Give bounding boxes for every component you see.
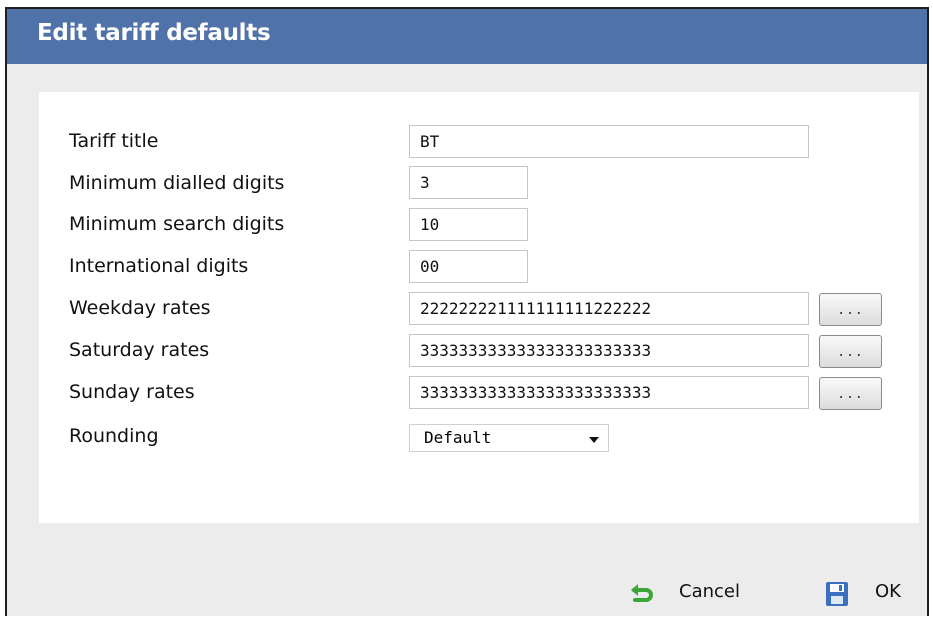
rounding-label: Rounding <box>69 425 159 447</box>
dialog-title: Edit tariff defaults <box>37 20 271 46</box>
min-search-digits-input[interactable]: 10 <box>409 208 528 241</box>
international-digits-label: International digits <box>69 255 249 277</box>
edit-tariff-dialog: Edit tariff defaults Tariff title BT Min… <box>5 7 929 616</box>
sunday-rates-input[interactable]: 333333333333333333333333 <box>409 376 809 409</box>
rounding-select-value: Default <box>424 428 492 447</box>
dialog-titlebar: Edit tariff defaults <box>7 9 927 64</box>
ok-button-label: OK <box>875 581 901 602</box>
min-dialled-digits-input[interactable]: 3 <box>409 166 528 199</box>
sunday-rates-label: Sunday rates <box>69 381 195 403</box>
rounding-select[interactable]: Default <box>409 424 609 452</box>
saturday-rates-label: Saturday rates <box>69 339 210 361</box>
floppy-disk-icon <box>826 582 848 606</box>
min-search-digits-label: Minimum search digits <box>69 213 285 235</box>
cancel-button-label: Cancel <box>679 581 740 602</box>
international-digits-input[interactable]: 00 <box>409 250 528 283</box>
saturday-rates-edit-button[interactable]: ... <box>819 335 882 368</box>
tariff-title-input[interactable]: BT <box>409 125 809 158</box>
weekday-rates-label: Weekday rates <box>69 297 211 319</box>
saturday-rates-input[interactable]: 333333333333333333333333 <box>409 334 809 367</box>
chevron-down-icon <box>589 437 599 443</box>
undo-arrow-icon <box>631 584 653 602</box>
min-dialled-digits-label: Minimum dialled digits <box>69 172 285 194</box>
sunday-rates-edit-button[interactable]: ... <box>819 377 882 410</box>
weekday-rates-input[interactable]: 222222221111111111222222 <box>409 292 809 325</box>
form-panel: Tariff title BT Minimum dialled digits 3… <box>39 92 919 523</box>
weekday-rates-edit-button[interactable]: ... <box>819 293 882 326</box>
tariff-title-label: Tariff title <box>69 130 159 152</box>
